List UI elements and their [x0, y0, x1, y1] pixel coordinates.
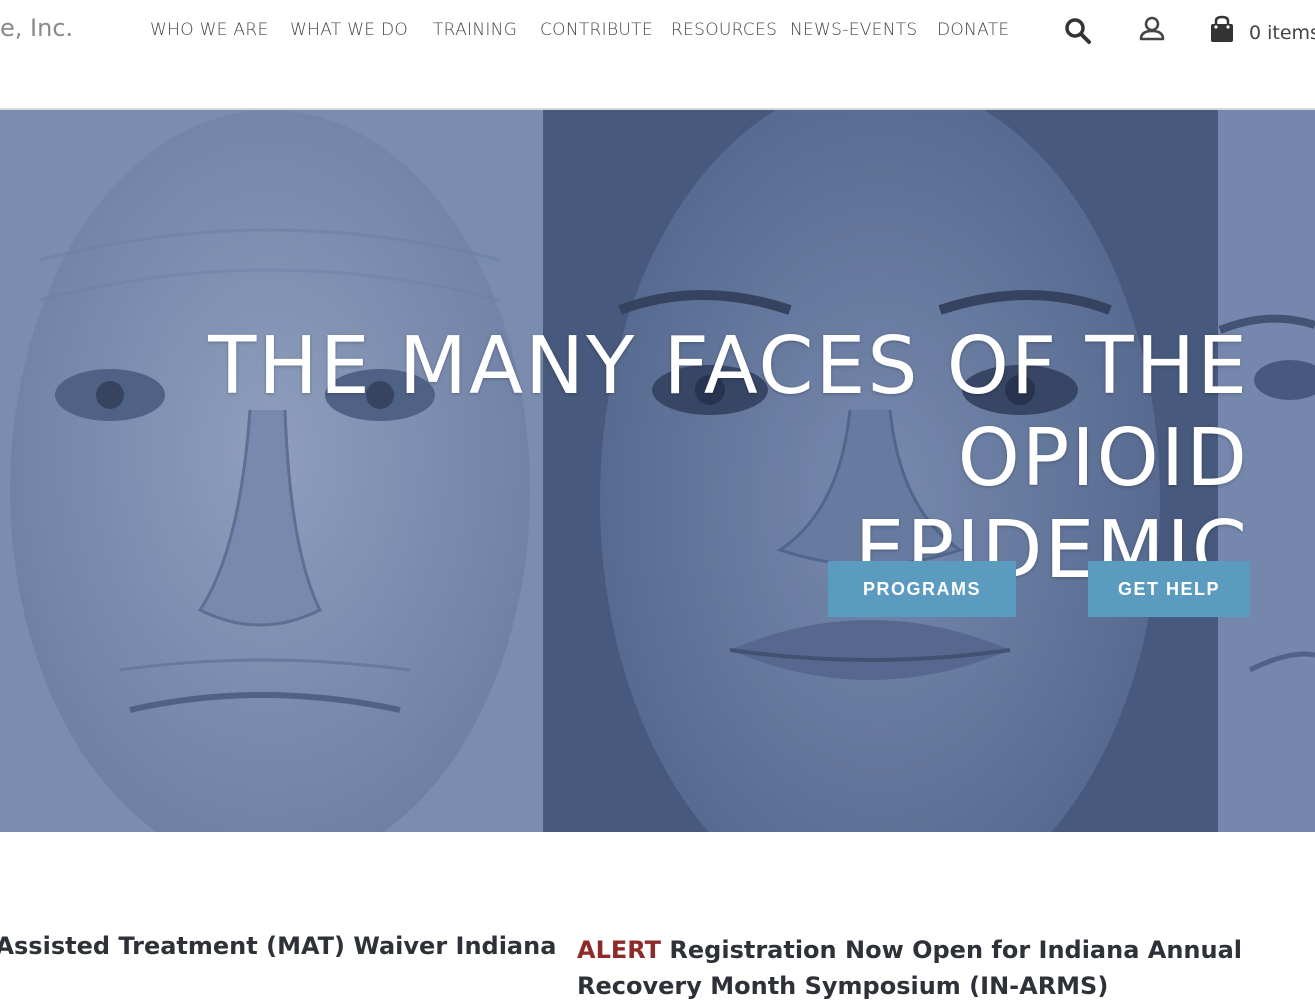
nav-resources[interactable]: RESOURCES — [671, 20, 777, 40]
nav-contribute[interactable]: CONTRIBUTE — [540, 20, 653, 40]
get-help-button[interactable]: GET HELP — [1088, 561, 1250, 617]
hero-banner: THE MANY FACES OF THE OPIOID EPIDEMIC PR… — [0, 110, 1315, 832]
site-header: e, Inc. WHO WE ARE WHAT WE DO TRAINING C… — [0, 0, 1315, 110]
news-headline-left[interactable]: n Assisted Treatment (MAT) Waiver Indian… — [0, 932, 556, 960]
nav-who-we-are[interactable]: WHO WE ARE — [150, 20, 269, 40]
hero-title-line-1: THE MANY FACES OF THE OPIOID — [208, 320, 1249, 504]
news-headline-text[interactable]: Registration Now Open for Indiana Annual… — [577, 936, 1242, 1000]
programs-button[interactable]: PROGRAMS — [828, 561, 1016, 617]
alert-label: ALERT — [577, 936, 662, 964]
nav-what-we-do[interactable]: WHAT WE DO — [290, 20, 408, 40]
nav-news-events[interactable]: NEWS-EVENTS — [790, 20, 918, 40]
news-headline-right[interactable]: ALERT Registration Now Open for Indiana … — [577, 932, 1307, 1004]
user-icon[interactable] — [1139, 16, 1165, 47]
hero-title-line-2: EPIDEMIC — [854, 504, 1249, 596]
search-icon[interactable] — [1064, 17, 1092, 50]
shopping-bag-icon[interactable] — [1209, 15, 1235, 48]
cart-count[interactable]: 0 items — [1249, 22, 1315, 44]
hero-title: THE MANY FACES OF THE OPIOID EPIDEMIC — [9, 320, 1249, 596]
site-logo[interactable]: e, Inc. — [0, 14, 73, 42]
nav-training[interactable]: TRAINING — [433, 20, 517, 40]
nav-donate[interactable]: DONATE — [937, 20, 1009, 40]
